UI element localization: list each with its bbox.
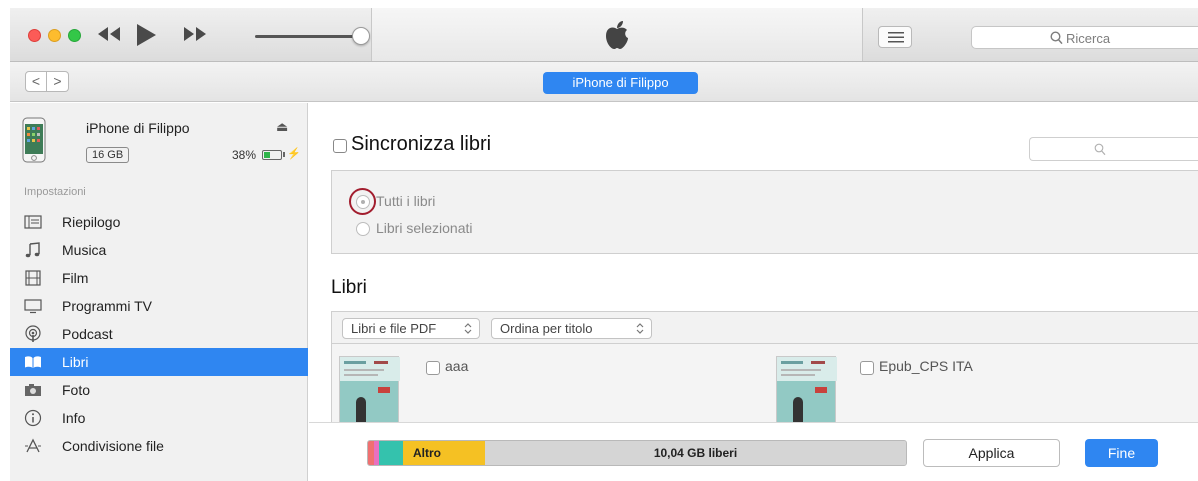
device-button[interactable]: iPhone di Filippo bbox=[543, 72, 698, 94]
book-icon bbox=[25, 356, 41, 368]
book-checkbox[interactable] bbox=[426, 361, 440, 375]
fast-forward-icon[interactable] bbox=[182, 22, 208, 46]
search-icon bbox=[1094, 143, 1106, 156]
settings-list: Riepilogo Musica Film Programmi TV Podca… bbox=[10, 208, 308, 460]
selected-books-label[interactable]: Libri selezionati bbox=[376, 220, 473, 236]
sidebar-item-label: Musica bbox=[62, 242, 107, 258]
zoom-window-button[interactable] bbox=[68, 29, 81, 42]
sidebar-item-label: Condivisione file bbox=[62, 438, 164, 454]
summary-icon bbox=[24, 215, 42, 229]
done-button[interactable]: Fine bbox=[1085, 439, 1158, 467]
battery-icon bbox=[262, 150, 282, 160]
sync-books-title[interactable]: Sincronizza libri bbox=[351, 133, 491, 156]
all-books-label[interactable]: Tutti i libri bbox=[376, 193, 435, 209]
battery-percentage: 38% bbox=[232, 148, 257, 162]
sidebar-item-label: Riepilogo bbox=[62, 214, 121, 230]
sidebar-item-label: Podcast bbox=[62, 326, 113, 342]
play-icon[interactable] bbox=[134, 22, 158, 48]
rewind-icon[interactable] bbox=[96, 22, 122, 46]
book-title[interactable]: Epub_CPS ITA bbox=[879, 358, 973, 374]
sidebar-item-riepilogo[interactable]: Riepilogo bbox=[10, 208, 308, 236]
forward-button[interactable]: > bbox=[47, 71, 69, 92]
volume-slider[interactable] bbox=[255, 35, 360, 38]
selected-books-radio[interactable] bbox=[356, 222, 370, 236]
music-note-icon bbox=[25, 242, 40, 258]
camera-icon bbox=[25, 384, 41, 396]
podcast-icon bbox=[25, 325, 41, 342]
sidebar-item-musica[interactable]: Musica bbox=[10, 236, 308, 264]
storage-segment-books bbox=[379, 441, 403, 465]
charging-bolt-icon: ⚡ bbox=[287, 148, 301, 160]
minimize-window-button[interactable] bbox=[48, 29, 61, 42]
storage-free-label: 10,04 GB liberi bbox=[653, 446, 738, 460]
highlight-circle-annotation bbox=[349, 188, 376, 215]
sidebar: iPhone di Filippo ⏏ 16 GB 38% ⚡ Impostaz… bbox=[10, 103, 308, 481]
search-placeholder: Ricerca bbox=[1066, 31, 1111, 46]
book-cover-image bbox=[339, 356, 400, 424]
bottom-bar: Altro 10,04 GB liberi Applica Fine bbox=[309, 422, 1198, 481]
info-icon bbox=[24, 409, 42, 427]
sort-order-dropdown[interactable]: Ordina per titolo bbox=[491, 318, 652, 339]
search-icon bbox=[1050, 31, 1063, 45]
sidebar-item-foto[interactable]: Foto bbox=[10, 376, 308, 404]
books-section-title: Libri bbox=[331, 277, 367, 298]
volume-slider-knob[interactable] bbox=[352, 27, 370, 45]
storage-capacity-bar[interactable]: Altro 10,04 GB liberi bbox=[367, 440, 907, 466]
up-next-list-button[interactable] bbox=[878, 26, 912, 48]
sidebar-item-label: Info bbox=[62, 410, 86, 426]
chevron-updown-icon bbox=[636, 323, 644, 334]
books-grid: aaa Epub_CPS ITA bbox=[331, 344, 1198, 424]
books-search-field[interactable] bbox=[1029, 137, 1198, 161]
apple-logo-icon bbox=[606, 21, 628, 49]
sidebar-item-label: Foto bbox=[62, 382, 91, 398]
sidebar-item-film[interactable]: Film bbox=[10, 264, 308, 292]
sort-order-value: Ordina per titolo bbox=[500, 321, 593, 336]
sidebar-item-condivisione-file[interactable]: Condivisione file bbox=[10, 432, 308, 460]
tv-icon bbox=[24, 299, 42, 314]
device-name: iPhone di Filippo bbox=[86, 120, 190, 136]
list-icon bbox=[888, 32, 904, 43]
back-button[interactable]: < bbox=[25, 71, 47, 92]
chevron-updown-icon bbox=[464, 323, 472, 334]
storage-other-label: Altro bbox=[413, 446, 441, 460]
book-type-value: Libri e file PDF bbox=[351, 321, 437, 336]
capacity-badge: 16 GB bbox=[86, 147, 130, 163]
sync-books-checkbox[interactable] bbox=[333, 139, 347, 153]
sidebar-item-info[interactable]: Info bbox=[10, 404, 308, 432]
book-cover-image bbox=[776, 356, 837, 424]
status-display bbox=[371, 8, 863, 61]
apply-button[interactable]: Applica bbox=[923, 439, 1060, 467]
iphone-icon bbox=[22, 117, 46, 163]
navigation-bar: < > iPhone di Filippo bbox=[10, 62, 1198, 102]
sidebar-item-podcast[interactable]: Podcast bbox=[10, 320, 308, 348]
eject-icon[interactable]: ⏏ bbox=[276, 119, 288, 135]
film-icon bbox=[25, 270, 41, 286]
close-window-button[interactable] bbox=[28, 29, 41, 42]
sidebar-item-label: Programmi TV bbox=[62, 298, 152, 314]
book-title[interactable]: aaa bbox=[445, 358, 468, 374]
file-sharing-icon bbox=[25, 438, 41, 453]
sidebar-item-label: Libri bbox=[62, 354, 89, 370]
battery-tip bbox=[283, 152, 285, 157]
sync-options-panel: Tutti i libri Libri selezionati bbox=[331, 170, 1198, 254]
battery-level-fill bbox=[264, 152, 270, 158]
sidebar-item-programmi-tv[interactable]: Programmi TV bbox=[10, 292, 308, 320]
sidebar-item-libri[interactable]: Libri bbox=[10, 348, 308, 376]
books-filter-bar: Libri e file PDF Ordina per titolo bbox=[331, 311, 1198, 344]
sidebar-item-label: Film bbox=[62, 270, 89, 286]
search-field[interactable]: Ricerca bbox=[971, 26, 1198, 49]
title-bar: Ricerca bbox=[10, 8, 1198, 62]
book-type-dropdown[interactable]: Libri e file PDF bbox=[342, 318, 480, 339]
settings-section-title: Impostazioni bbox=[24, 186, 86, 198]
book-checkbox[interactable] bbox=[860, 361, 874, 375]
